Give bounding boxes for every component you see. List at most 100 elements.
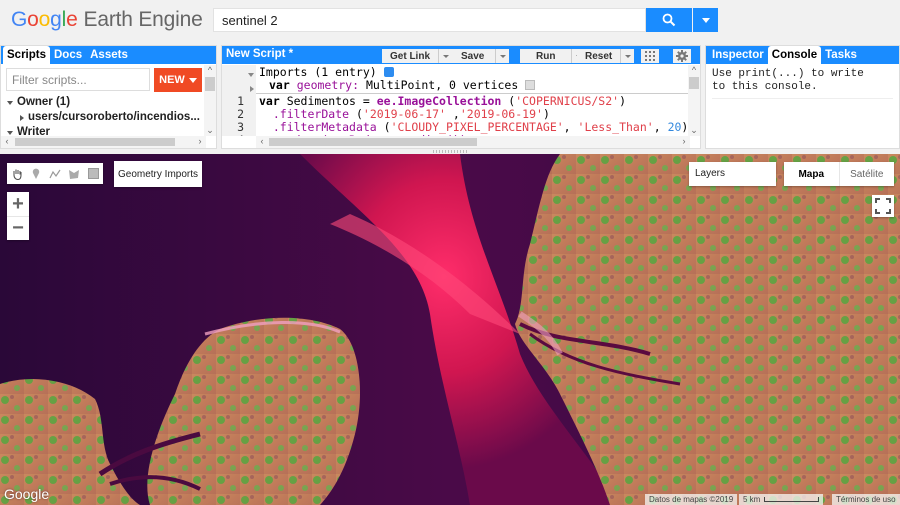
logo-letter: e [66,8,78,31]
scroll-right-icon[interactable]: › [678,136,690,146]
line-icon[interactable] [48,167,62,181]
scrollbar-thumb[interactable] [689,77,699,89]
import-geometry-line[interactable]: var geometry: MultiPoint, 0 vertices [269,78,536,92]
search-dropdown-button[interactable] [693,8,718,32]
scripts-panel: Scripts Docs Assets Filter scripts... NE… [0,45,217,149]
caret-down-icon [499,54,506,58]
code-text: Sedimentos = [279,94,377,108]
drawing-tools [7,163,103,184]
expand-down-icon [7,130,13,135]
code-editor[interactable]: Imports (1 entry) var geometry: MultiPoi… [222,65,688,136]
editor-toolbar: New Script * Get Link Save Run Reset [222,46,700,64]
fullscreen-button[interactable] [872,195,894,217]
horizontal-scrollbar[interactable]: ‹ › [1,136,206,148]
tab-inspector[interactable]: Inspector [708,46,768,64]
layers-button[interactable]: Layers [689,162,776,186]
code-text: , [445,107,460,121]
script-title[interactable]: New Script * [226,48,293,60]
code-editor-panel: New Script * Get Link Save Run Reset Imp… [221,45,701,149]
map-type-mapa[interactable]: Mapa [784,162,840,186]
show-imports-icon[interactable] [383,67,394,77]
keyword: var [259,94,280,108]
import-type: MultiPoint, 0 vertices [359,78,519,92]
fullscreen-icon [875,198,891,214]
logo-product-name: Earth Engine [83,8,203,31]
reset-button[interactable]: Reset [577,49,635,63]
rectangle-icon[interactable] [86,167,100,181]
zoom-in-button[interactable]: + [7,192,29,216]
button-label: Reset [585,50,613,62]
code-function: ee.ImageCollection [376,94,502,108]
tab-tasks[interactable]: Tasks [821,46,861,64]
scroll-left-icon[interactable]: ‹ [256,136,268,146]
terms-text: Términos de uso [836,495,896,504]
scroll-up-icon[interactable]: ^ [204,65,216,75]
reset-dropdown[interactable] [620,49,634,63]
earth-engine-logo[interactable]: Google Earth Engine [11,8,203,32]
save-button[interactable]: Save [450,49,510,63]
scroll-up-icon[interactable]: ^ [688,65,700,75]
scroll-down-icon[interactable]: ⌄ [688,125,700,136]
tab-scripts[interactable]: Scripts [3,46,50,64]
drag-handle-icon[interactable] [433,150,467,153]
tab-console[interactable]: Console [767,46,822,64]
scripts-tree: Owner (1) users/cursoroberto/incendios..… [7,95,200,140]
code-string: '2019-06-17' [362,107,446,121]
google-logo: Google [4,486,50,502]
console-panel: Inspector Console Tasks Use print(...) t… [705,45,900,149]
keyword: var [269,78,290,92]
scrollbar-thumb[interactable] [205,77,215,91]
gear-icon [676,50,688,62]
run-button[interactable]: Run [520,49,586,63]
editor-vertical-scrollbar[interactable]: ^ ⌄ [688,65,700,136]
import-name: geometry: [296,78,360,92]
new-button[interactable]: NEW [154,68,202,92]
save-dropdown[interactable] [495,49,509,63]
tab-docs[interactable]: Docs [50,46,86,64]
caret-down-icon [188,77,197,83]
editor-horizontal-scrollbar[interactable]: ‹ › [256,136,690,148]
search-button[interactable] [646,8,692,32]
map-attribution[interactable]: Datos de mapas ©2019 [645,494,738,505]
scrollbar-thumb[interactable] [15,138,175,146]
scroll-down-icon[interactable]: ⌄ [204,125,216,136]
filter-scripts-input[interactable]: Filter scripts... [6,68,150,91]
apps-grid-icon [645,51,655,61]
new-button-label: NEW [159,74,185,86]
expand-right-icon [20,114,24,121]
tree-item-repo[interactable]: users/cursoroberto/incendios... [7,110,200,125]
top-bar: Google Earth Engine sentinel 2 [0,0,900,44]
attribution-text: Datos de mapas ©2019 [649,495,734,504]
get-link-button[interactable]: Get Link [382,49,453,63]
logo-letter: G [11,8,28,31]
hand-pan-icon[interactable] [10,167,24,181]
map-type-satellite[interactable]: Satélite [840,162,895,186]
search-input[interactable]: sentinel 2 [213,8,646,32]
zoom-out-button[interactable]: − [7,216,29,240]
polygon-icon[interactable] [67,167,81,181]
map-scale[interactable]: 5 km [739,494,824,505]
collapse-imports-icon[interactable] [248,67,254,80]
map-view[interactable]: Geometry Imports + − Layers Mapa Satélit… [0,154,900,505]
edit-geometry-icon[interactable] [525,80,536,90]
left-tab-bar: Scripts Docs Assets [1,46,216,64]
code-text: ) [542,107,550,121]
code-text: ( [376,120,391,134]
expand-import-icon[interactable] [250,82,254,95]
geometry-imports-button[interactable]: Geometry Imports [114,161,202,187]
marker-icon[interactable] [29,167,43,181]
scroll-right-icon[interactable]: › [194,136,206,146]
code-string: 'COPERNICUS/S2' [515,94,620,108]
button-label: Save [461,50,485,62]
tab-assets[interactable]: Assets [86,46,132,64]
terms-link[interactable]: Términos de uso [832,494,900,505]
vertical-scrollbar[interactable]: ^ ⌄ [204,65,216,136]
settings-button[interactable] [673,49,691,63]
code-string: '2019-06-19' [459,107,543,121]
scrollbar-thumb[interactable] [269,138,477,146]
apps-button[interactable] [641,49,659,63]
right-tab-bar: Inspector Console Tasks [706,46,899,64]
tree-item-owner[interactable]: Owner (1) [7,95,200,110]
scroll-left-icon[interactable]: ‹ [1,136,13,146]
